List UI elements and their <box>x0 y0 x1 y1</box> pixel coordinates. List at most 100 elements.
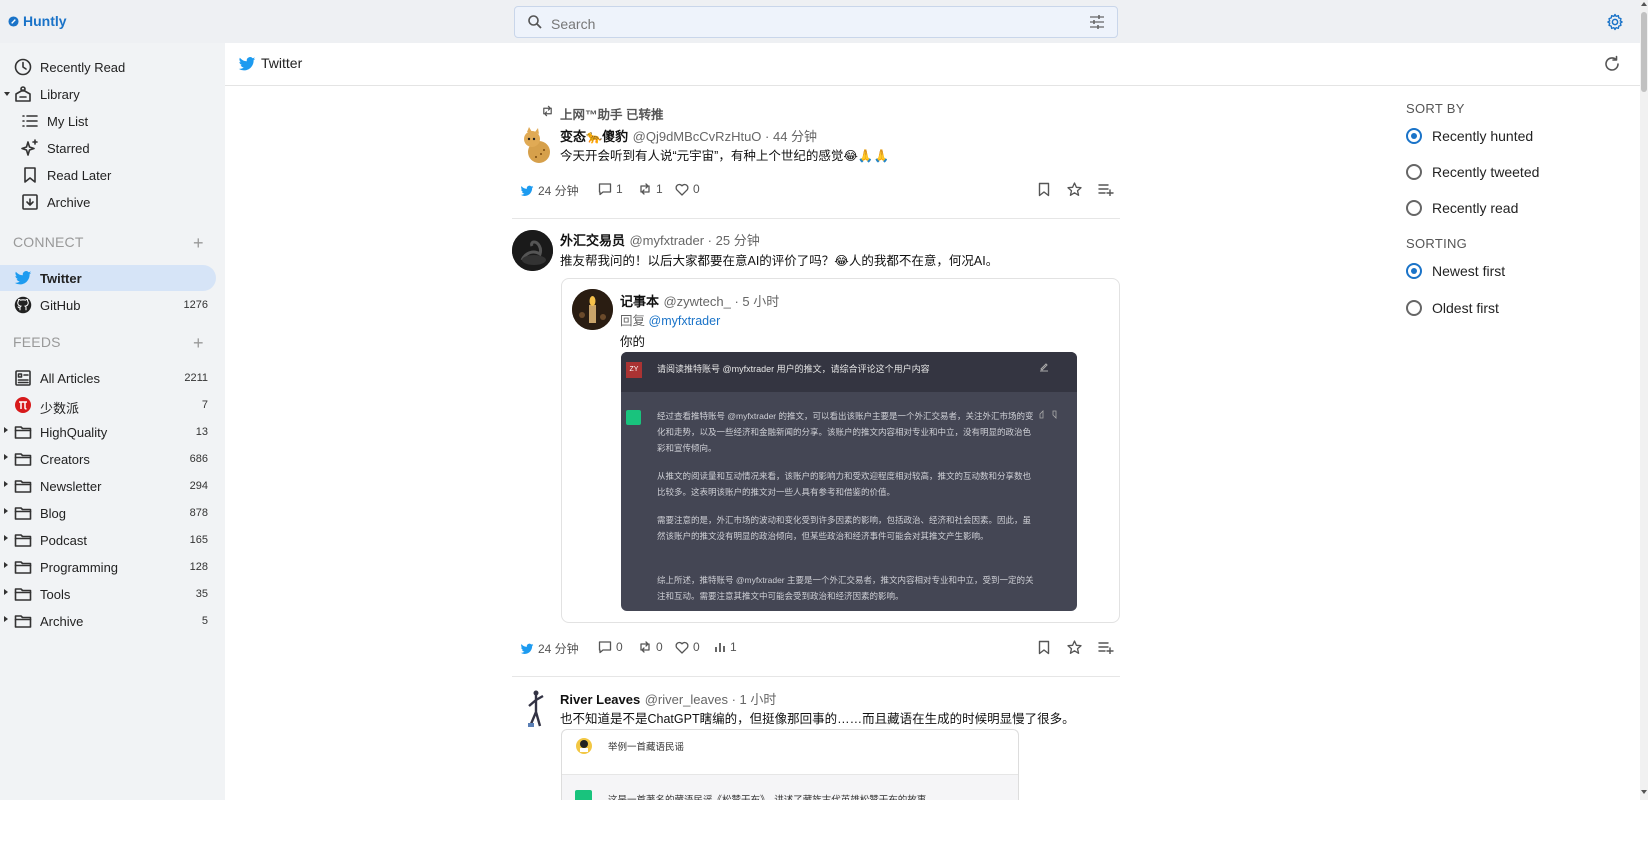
reply-button[interactable]: 0 <box>598 640 623 654</box>
sidebar-folder-blog[interactable]: Blog 878 <box>0 500 216 526</box>
quoted-tweet[interactable]: 记事本 @zywtech_ · 5 小时 回复 @myfxtrader 你的 Z… <box>561 278 1120 623</box>
sidebar-folder-podcast[interactable]: Podcast 165 <box>0 527 216 553</box>
filter-options-icon[interactable] <box>1089 15 1105 29</box>
sidebar-item-label: Podcast <box>40 533 87 548</box>
views-stat[interactable]: 1 <box>714 640 737 654</box>
heart-icon <box>675 183 689 196</box>
sidebar-folder-tools[interactable]: Tools 35 <box>0 581 216 607</box>
author-handle[interactable]: @Qj9dMBcCvRzHtuO · 44 分钟 <box>633 129 817 144</box>
radio-button[interactable] <box>1406 200 1422 216</box>
avatar[interactable] <box>525 690 547 730</box>
add-connection-button[interactable]: + <box>193 234 204 252</box>
radio-recently-tweeted[interactable]: Recently tweeted <box>1406 164 1539 180</box>
sidebar-folder-highquality[interactable]: HighQuality 13 <box>0 419 216 445</box>
radio-recently-read[interactable]: Recently read <box>1406 200 1518 216</box>
page-scrollbar[interactable] <box>1640 0 1648 800</box>
like-button[interactable]: 0 <box>675 640 700 654</box>
settings-gear-icon[interactable] <box>1606 13 1624 31</box>
author-handle[interactable]: @zywtech_ · 5 小时 <box>663 294 779 309</box>
expand-caret-icon[interactable] <box>4 454 8 460</box>
like-count: 0 <box>693 182 700 196</box>
expand-caret-icon[interactable] <box>4 589 8 595</box>
radio-recently-hunted[interactable]: Recently hunted <box>1406 128 1533 144</box>
sidebar-item-my-list[interactable]: My List <box>0 108 216 134</box>
avatar[interactable] <box>519 126 553 164</box>
folder-icon <box>14 561 32 574</box>
author-name[interactable]: 变态🐆傻豹 <box>560 129 628 144</box>
star-icon[interactable] <box>1067 182 1082 197</box>
expand-caret-icon[interactable] <box>4 92 10 96</box>
reply-count: 0 <box>616 640 623 654</box>
sidebar-item-label: Tools <box>40 587 71 602</box>
radio-label: Recently read <box>1432 200 1519 216</box>
search-input[interactable] <box>549 12 1073 36</box>
sidebar-item-label: Starred <box>47 141 90 156</box>
sidebar-item-github[interactable]: GitHub 1276 <box>0 292 216 318</box>
expand-caret-icon[interactable] <box>4 616 8 622</box>
author-name[interactable]: 外汇交易员 <box>560 233 625 248</box>
avatar[interactable] <box>512 230 553 271</box>
chatgpt-screenshot-image[interactable]: ZY 请阅读推特账号 @myfxtrader 用户的推文，请综合评论这个用户内容… <box>621 352 1077 611</box>
radio-button-checked[interactable] <box>1406 128 1422 144</box>
author-handle[interactable]: @myfxtrader · 25 分钟 <box>629 233 759 248</box>
scrollbar-thumb[interactable] <box>1641 12 1647 92</box>
author-name[interactable]: River Leaves <box>560 692 640 707</box>
open-tweet-link[interactable]: 24 分钟 <box>520 182 579 199</box>
sidebar-item-twitter[interactable]: Twitter <box>0 265 216 291</box>
reply-to-link[interactable]: @myfxtrader <box>649 314 721 328</box>
sidebar-item-sspai[interactable]: 少数派 7 <box>0 392 216 418</box>
add-feed-button[interactable]: + <box>193 334 204 352</box>
radio-button-checked[interactable] <box>1406 263 1422 279</box>
radio-button[interactable] <box>1406 300 1422 316</box>
chatgpt-logo-icon <box>626 410 641 425</box>
app-logo[interactable]: Huntly <box>8 13 67 29</box>
candle-avatar-icon <box>572 289 613 330</box>
sidebar-item-archive[interactable]: Archive <box>0 189 216 215</box>
reply-count: 1 <box>616 182 623 196</box>
star-icon[interactable] <box>1067 640 1082 655</box>
retweet-icon <box>640 641 650 653</box>
sidebar-folder-newsletter[interactable]: Newsletter 294 <box>0 473 216 499</box>
expand-caret-icon[interactable] <box>4 508 8 514</box>
sidebar-folder-archive[interactable]: Archive 5 <box>0 608 216 634</box>
expand-caret-icon[interactable] <box>4 427 8 433</box>
sidebar-folder-creators[interactable]: Creators 686 <box>0 446 216 472</box>
open-tweet-link[interactable]: 24 分钟 <box>520 640 579 657</box>
bookmark-icon[interactable] <box>1037 640 1051 655</box>
sidebar-item-all-articles[interactable]: All Articles 2211 <box>0 365 216 391</box>
bookmark-icon <box>24 167 36 183</box>
avatar[interactable] <box>572 289 613 330</box>
chat-answer-paragraph: 经过查看推特账号 @myfxtrader 的推文，可以看出该账户主要是一个外汇交… <box>657 411 1034 453</box>
scroll-up-arrow-icon[interactable] <box>1641 2 1647 6</box>
retweeted-by-label: 上网™助手 已转推 <box>560 108 664 122</box>
unread-count: 1276 <box>183 299 208 311</box>
expand-caret-icon[interactable] <box>4 535 8 541</box>
sidebar-folder-programming[interactable]: Programming 128 <box>0 554 216 580</box>
search-box[interactable] <box>514 6 1118 38</box>
sidebar-item-recently-read[interactable]: Recently Read <box>0 54 216 80</box>
sidebar-item-read-later[interactable]: Read Later <box>0 162 216 188</box>
expand-caret-icon[interactable] <box>4 481 8 487</box>
chat-answer-paragraph: 需要注意的是，外汇市场的波动和变化受到许多因素的影响，包括政治、经济和社会因素。… <box>657 515 1032 541</box>
scroll-down-arrow-icon[interactable] <box>1641 790 1647 794</box>
expand-caret-icon[interactable] <box>4 562 8 568</box>
author-handle[interactable]: @river_leaves · 1 小时 <box>645 692 777 707</box>
author-name[interactable]: 记事本 <box>620 294 659 309</box>
unread-count: 13 <box>195 426 208 438</box>
refresh-icon[interactable] <box>1603 55 1621 73</box>
like-button[interactable]: 0 <box>675 182 700 196</box>
add-to-list-icon[interactable] <box>1098 641 1114 654</box>
add-to-list-icon[interactable] <box>1098 183 1114 196</box>
radio-newest-first[interactable]: Newest first <box>1406 263 1505 279</box>
retweet-button[interactable]: 1 <box>638 182 663 196</box>
reply-button[interactable]: 1 <box>598 182 623 196</box>
retweet-button[interactable]: 0 <box>638 640 663 654</box>
sidebar-item-starred[interactable]: Starred <box>0 135 216 161</box>
radio-oldest-first[interactable]: Oldest first <box>1406 300 1499 316</box>
chatgpt-screenshot-image[interactable]: 举例一首藏语民谣 这是一首著名的藏语民谣《松赞干布》，讲述了藏族古代英雄松赞干布… <box>561 729 1019 800</box>
unread-count: 165 <box>189 534 208 546</box>
sidebar-item-library[interactable]: Library <box>0 81 216 107</box>
bookmark-icon[interactable] <box>1037 182 1051 197</box>
top-bar: Huntly <box>0 0 1640 43</box>
radio-button[interactable] <box>1406 164 1422 180</box>
